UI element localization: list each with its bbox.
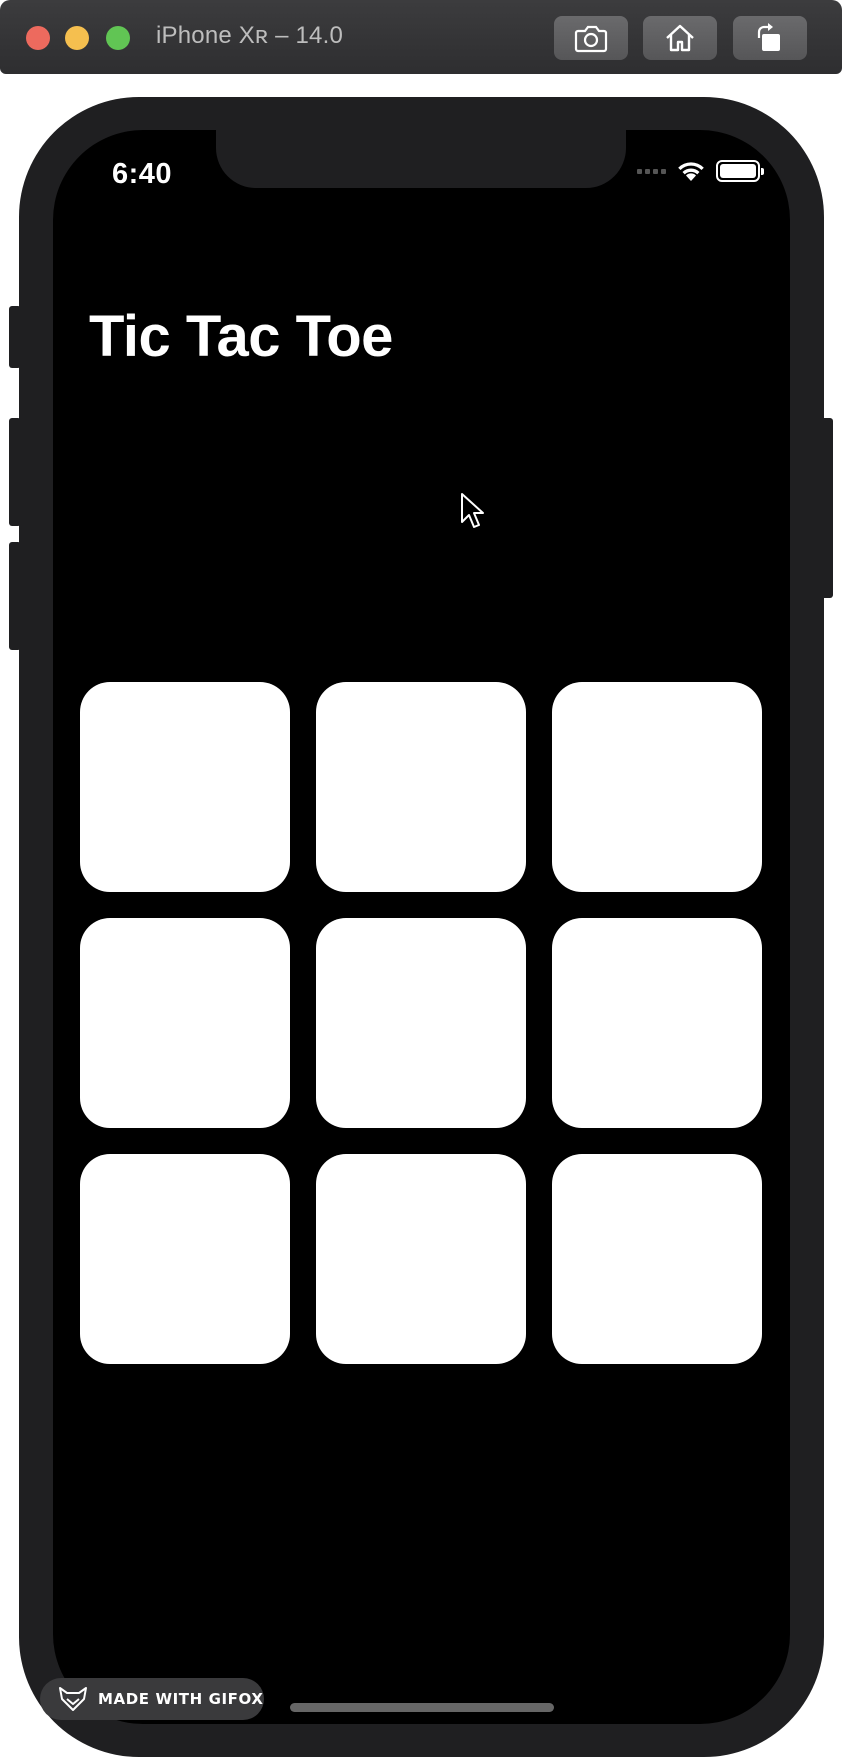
simulator-titlebar: iPhone Xʀ – 14.0	[0, 0, 842, 74]
board-cell-1-2[interactable]	[316, 682, 526, 892]
board-cell-1-3[interactable]	[552, 682, 762, 892]
status-icons	[637, 160, 764, 182]
mouse-pointer-icon	[461, 493, 484, 528]
board-cell-2-3[interactable]	[552, 918, 762, 1128]
fox-icon	[59, 1687, 87, 1711]
cellular-signal-icon	[637, 168, 666, 174]
zoom-window-button[interactable]	[106, 26, 130, 50]
game-board	[80, 682, 762, 1364]
screenshot-icon	[574, 25, 608, 53]
wifi-icon	[678, 162, 704, 181]
home-indicator[interactable]	[290, 1703, 554, 1712]
page-title: Tic Tac Toe	[89, 304, 393, 369]
board-cell-3-3[interactable]	[552, 1154, 762, 1364]
device-screen: 6:40 Tic Tac Toe	[53, 130, 790, 1724]
rotate-icon	[757, 23, 780, 51]
minimize-window-button[interactable]	[65, 26, 89, 50]
board-cell-3-1[interactable]	[80, 1154, 290, 1364]
home-icon	[666, 24, 694, 52]
screenshot-button[interactable]	[554, 16, 628, 60]
board-cell-2-2[interactable]	[316, 918, 526, 1128]
close-window-button[interactable]	[26, 26, 50, 50]
battery-icon	[716, 160, 764, 182]
rotate-button[interactable]	[733, 16, 807, 60]
home-button[interactable]	[643, 16, 717, 60]
gifox-watermark: MADE WITH GIFOX	[40, 1678, 264, 1720]
board-cell-3-2[interactable]	[316, 1154, 526, 1364]
notch	[216, 130, 626, 188]
watermark-label: MADE WITH GIFOX	[98, 1690, 264, 1708]
window-title: iPhone Xʀ – 14.0	[156, 22, 343, 49]
status-time: 6:40	[112, 158, 173, 190]
board-cell-2-1[interactable]	[80, 918, 290, 1128]
board-cell-1-1[interactable]	[80, 682, 290, 892]
